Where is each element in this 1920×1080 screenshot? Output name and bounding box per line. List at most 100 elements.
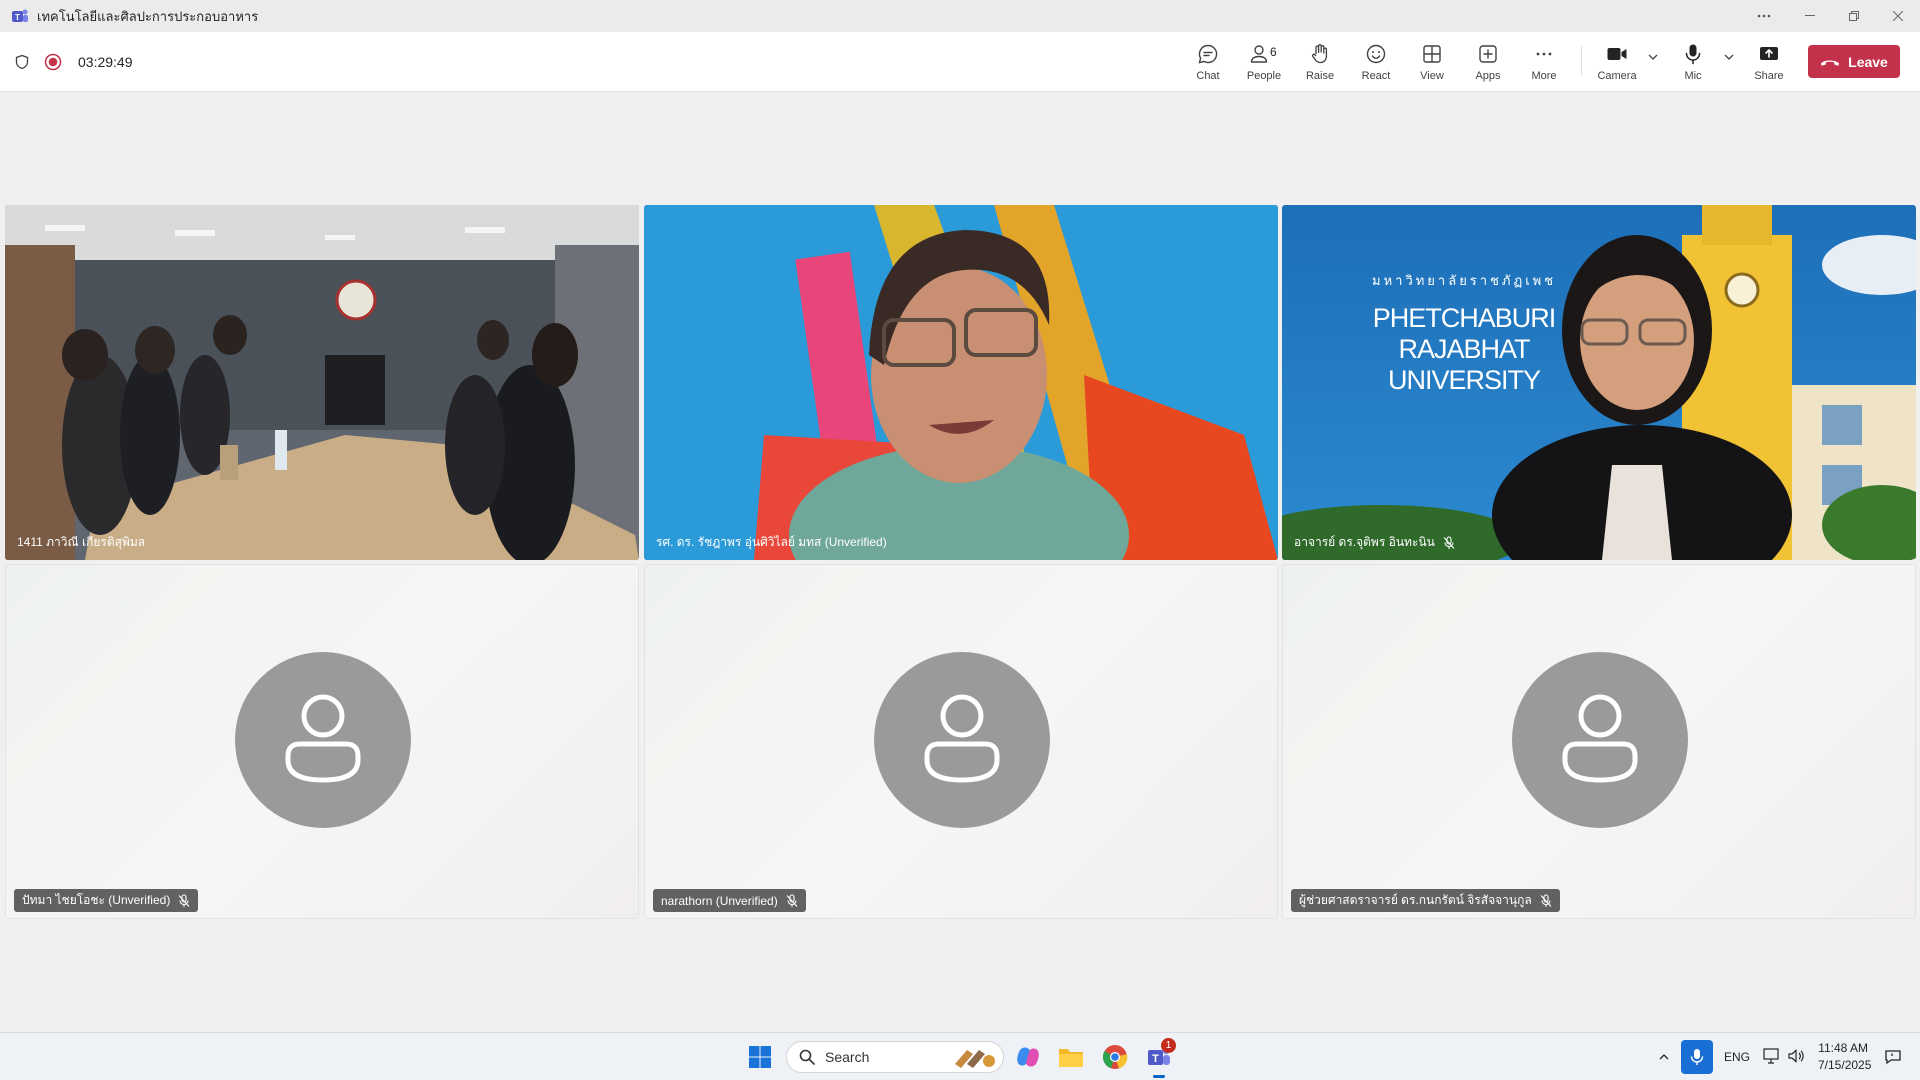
leave-button[interactable]: Leave <box>1808 45 1900 78</box>
participant-name: ผู้ช่วยศาสตราจารย์ ดร.กนกรัตน์ จิรสัจจาน… <box>1299 893 1532 907</box>
speaker-video <box>644 205 1278 560</box>
camera-options-chevron-icon[interactable] <box>1646 50 1660 64</box>
camera-label: Camera <box>1597 70 1637 82</box>
grid-view-icon <box>1423 45 1441 63</box>
search-highlight-icon <box>955 1050 995 1068</box>
react-button[interactable]: React <box>1349 38 1403 88</box>
camera-icon <box>1607 48 1627 60</box>
participant-name: อาจารย์ ดร.จุติพร อินทะนิน <box>1294 535 1435 549</box>
people-count: 6 <box>1270 45 1277 59</box>
share-screen-icon <box>1760 47 1778 60</box>
university-name-line2: RAJABHAT <box>1398 334 1531 364</box>
restore-button[interactable] <box>1832 0 1876 32</box>
copilot-icon[interactable] <box>1012 1041 1044 1073</box>
participant-tile-4[interactable]: ปัทมา ไชยโอชะ (Unverified) <box>5 564 639 919</box>
raise-hand-button[interactable]: Raise <box>1293 38 1347 88</box>
participant-name: ปัทมา ไชยโอชะ (Unverified) <box>22 893 171 907</box>
participant-tile-1[interactable]: 1411 ภาวิณี เกียรติสุพิมล <box>5 205 639 560</box>
apps-label: Apps <box>1475 70 1501 82</box>
university-name-line3: UNIVERSITY <box>1388 365 1541 395</box>
share-label: Share <box>1754 70 1784 82</box>
university-backdrop-text: มหาวิทยาลัยราชภัฏเพช PHETCHABURI RAJABHA… <box>1372 270 1556 396</box>
meeting-timer: 03:29:49 <box>78 54 133 70</box>
participant-name-tag: ผู้ช่วยศาสตราจารย์ ดร.กนกรัตน์ จิรสัจจาน… <box>1291 889 1560 912</box>
university-name-line1: PHETCHABURI <box>1372 303 1557 333</box>
chat-icon <box>1198 44 1218 64</box>
clock[interactable]: 11:48 AM 7/15/2025 <box>1818 1041 1872 1072</box>
network-icon[interactable] <box>1763 1048 1781 1064</box>
participant-name: 1411 ภาวิณี เกียรติสุพิมล <box>17 535 146 549</box>
participant-name-tag: 1411 ภาวิณี เกียรติสุพิมล <box>13 531 153 554</box>
more-label: More <box>1531 70 1557 82</box>
mic-options-chevron-icon[interactable] <box>1722 50 1736 64</box>
add-app-icon <box>1479 45 1497 63</box>
windows-logo-icon <box>749 1046 771 1068</box>
mic-button[interactable]: Mic <box>1666 38 1720 88</box>
participant-tile-5[interactable]: narathorn (Unverified) <box>644 564 1278 919</box>
mic-off-icon <box>1443 535 1455 549</box>
start-button[interactable] <box>744 1041 776 1073</box>
people-label: People <box>1246 70 1282 82</box>
svg-text:T: T <box>15 13 20 22</box>
recording-icon <box>44 53 62 71</box>
person-icon <box>924 694 1000 783</box>
more-icon <box>1536 52 1552 56</box>
people-icon <box>1250 45 1268 63</box>
shield-icon[interactable] <box>14 54 30 70</box>
search-placeholder: Search <box>825 1049 870 1065</box>
teams-taskbar-icon[interactable]: T 1 <box>1143 1038 1176 1073</box>
people-button[interactable]: 6 People <box>1237 38 1291 88</box>
participant-name-tag: รศ. ดร. รัชฎาพร อุ่นศิวิไลย์ มทส (Unveri… <box>652 531 895 554</box>
svg-text:T: T <box>1152 1053 1159 1065</box>
microphone-icon <box>1690 1049 1704 1065</box>
hang-up-icon <box>1821 60 1840 66</box>
more-options-icon[interactable] <box>1742 0 1786 32</box>
chevron-up-icon[interactable] <box>1657 1050 1671 1064</box>
mic-off-icon <box>1540 893 1552 907</box>
window-title-bar: T เทคโนโลยีและศิลปะการประกอบอาหาร <box>0 0 1920 32</box>
clock-date: 7/15/2025 <box>1818 1058 1872 1072</box>
leave-label: Leave <box>1848 53 1888 70</box>
emoji-icon <box>1366 44 1386 64</box>
language-indicator[interactable]: ENG <box>1724 1050 1750 1064</box>
view-button[interactable]: View <box>1405 38 1459 88</box>
raise-label: Raise <box>1305 70 1335 82</box>
toolbar-divider <box>1581 46 1582 76</box>
notification-badge: 1 <box>1161 1038 1176 1053</box>
close-button[interactable] <box>1876 0 1920 32</box>
participant-tile-3[interactable]: มหาวิทยาลัยราชภัฏเพช PHETCHABURI RAJABHA… <box>1282 205 1916 560</box>
avatar <box>1512 652 1688 828</box>
participant-name-tag: narathorn (Unverified) <box>653 889 806 912</box>
share-button[interactable]: Share <box>1742 38 1796 88</box>
clock-time: 11:48 AM <box>1818 1041 1868 1055</box>
chrome-icon[interactable] <box>1099 1041 1131 1073</box>
file-explorer-icon[interactable] <box>1055 1041 1087 1073</box>
mic-off-icon <box>178 893 190 907</box>
teams-app-icon: T <box>12 9 28 22</box>
university-thai-name: มหาวิทยาลัยราชภัฏเพช <box>1372 273 1557 288</box>
chat-button[interactable]: Chat <box>1181 38 1235 88</box>
participant-name-tag: อาจารย์ ดร.จุติพร อินทะนิน <box>1290 531 1463 554</box>
conference-room-video <box>5 205 639 560</box>
window-title: เทคโนโลยีและศิลปะการประกอบอาหาร <box>37 8 259 24</box>
avatar <box>874 652 1050 828</box>
more-button[interactable]: More <box>1517 38 1571 88</box>
raise-hand-icon <box>1312 44 1328 64</box>
minimize-button[interactable] <box>1788 0 1832 32</box>
active-app-indicator <box>1153 1075 1165 1078</box>
camera-button[interactable]: Camera <box>1590 38 1644 88</box>
participant-tile-2[interactable]: รศ. ดร. รัชฎาพร อุ่นศิวิไลย์ มทส (Unveri… <box>644 205 1278 560</box>
microphone-icon <box>1685 44 1701 65</box>
search-icon <box>799 1049 815 1065</box>
person-icon <box>285 694 361 783</box>
participant-tile-6[interactable]: ผู้ช่วยศาสตราจารย์ ดร.กนกรัตน์ จิรสัจจาน… <box>1282 564 1916 919</box>
apps-button[interactable]: Apps <box>1461 38 1515 88</box>
mic-in-use-indicator[interactable] <box>1681 1040 1713 1074</box>
notifications-icon[interactable] <box>1884 1048 1902 1066</box>
mic-off-icon <box>786 893 798 907</box>
person-icon <box>1562 694 1638 783</box>
volume-icon[interactable] <box>1787 1048 1805 1064</box>
taskbar-search[interactable]: Search <box>786 1041 1004 1073</box>
participant-name-tag: ปัทมา ไชยโอชะ (Unverified) <box>14 889 199 912</box>
windows-taskbar: Search T 1 ENG 11:48 AM 7/15/2025 <box>0 1032 1920 1080</box>
